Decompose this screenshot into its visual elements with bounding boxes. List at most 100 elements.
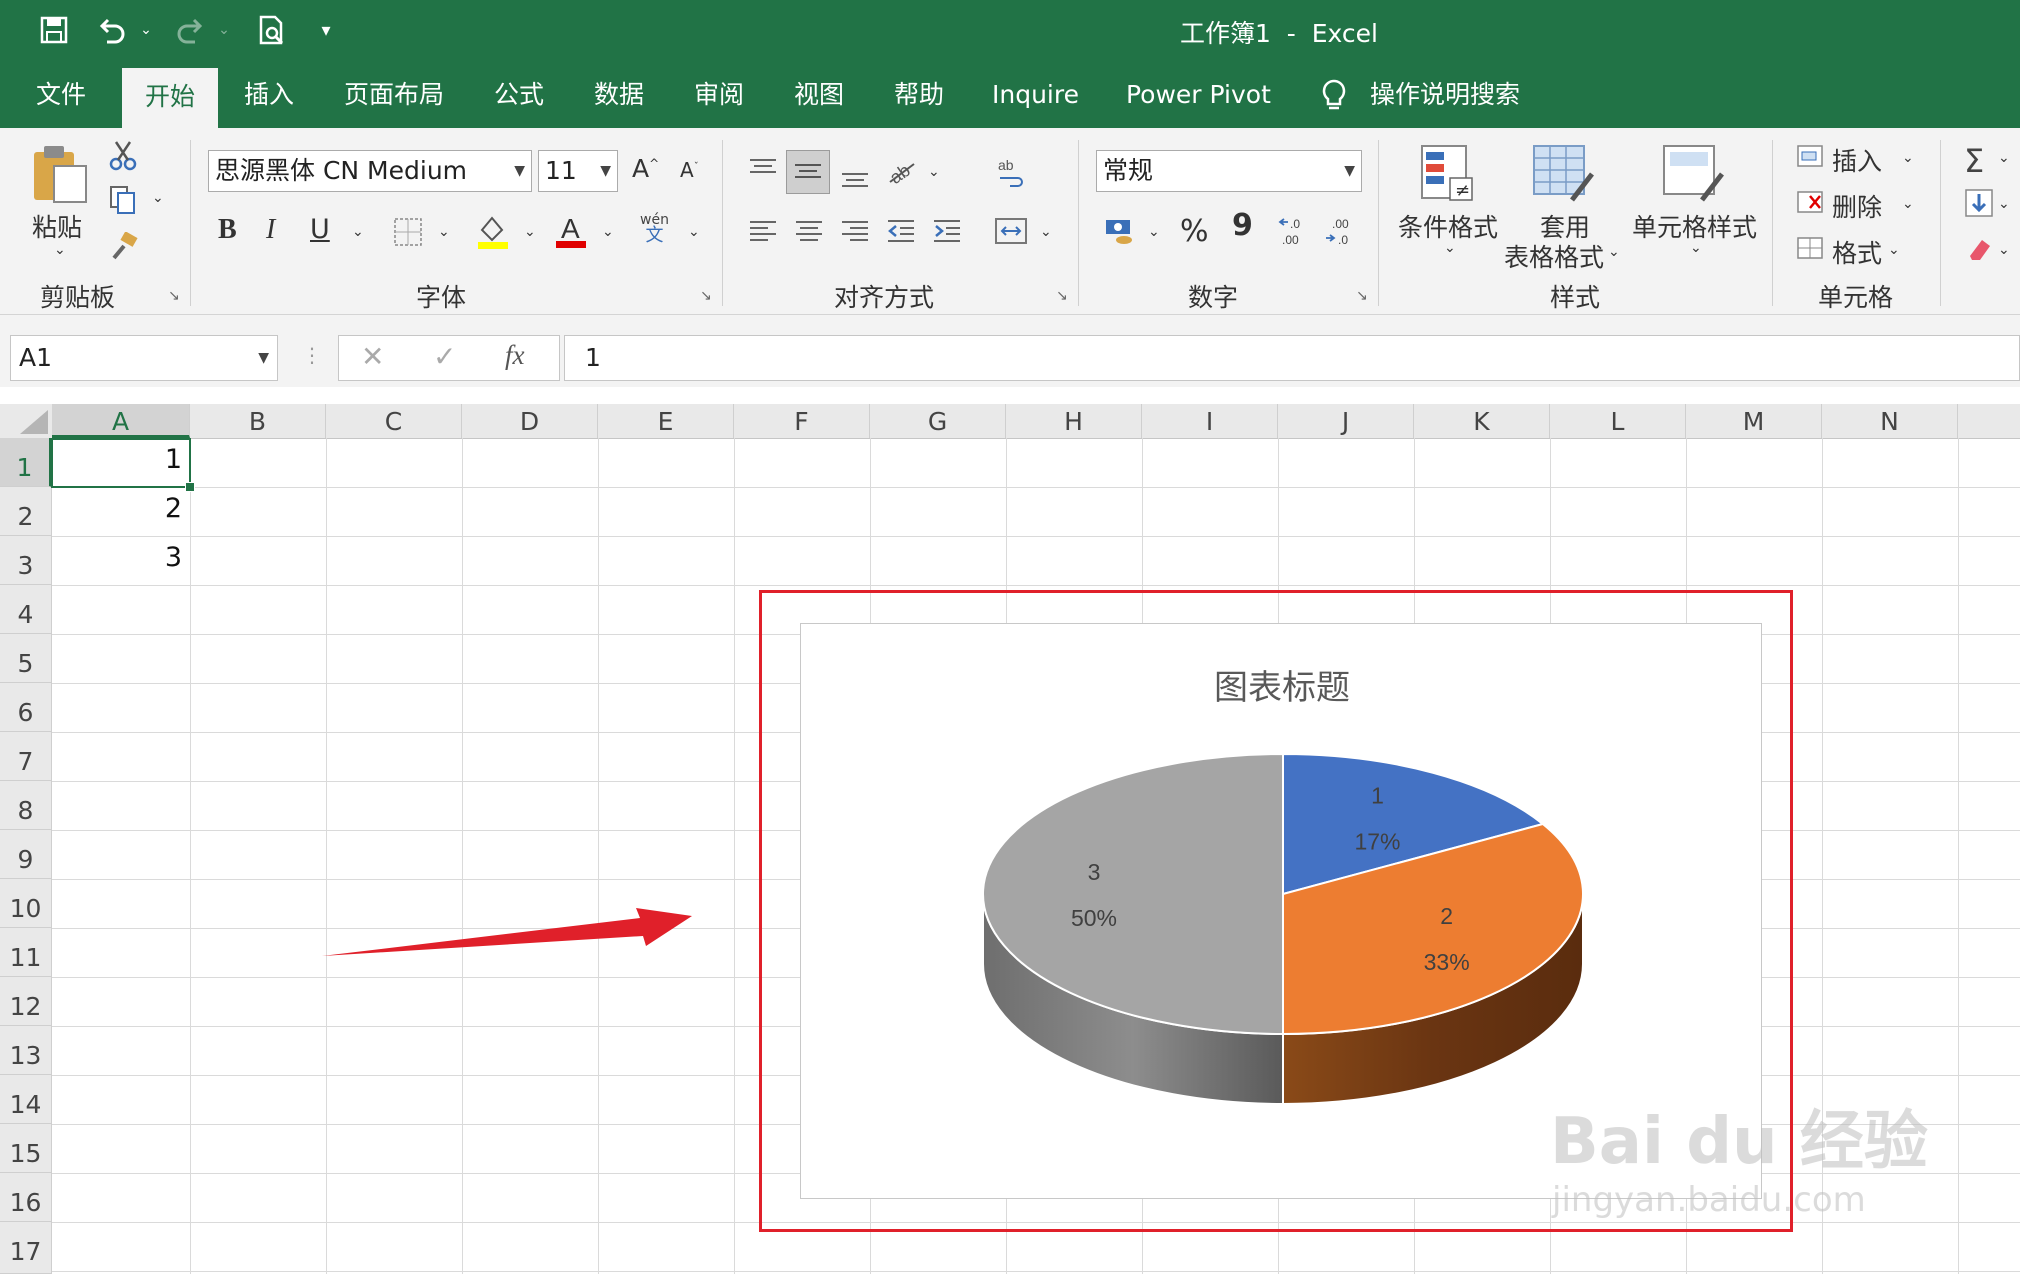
increase-indent-icon[interactable]: [932, 216, 962, 250]
paste-dropdown-icon[interactable]: ⌄: [54, 242, 66, 258]
print-preview-icon[interactable]: [254, 10, 290, 50]
top-align-icon[interactable]: [748, 156, 778, 190]
format-as-table-line2[interactable]: 表格格式: [1504, 238, 1604, 274]
decrease-indent-icon[interactable]: [886, 216, 916, 250]
font-color-dropdown-icon[interactable]: ⌄: [602, 224, 614, 240]
column-header[interactable]: D: [462, 404, 598, 438]
tab-review[interactable]: 审阅: [672, 62, 766, 128]
column-header[interactable]: F: [734, 404, 870, 438]
font-size-combo[interactable]: 11 ▼: [538, 150, 618, 192]
cut-icon[interactable]: [108, 140, 138, 176]
format-as-table-icon[interactable]: [1532, 144, 1596, 208]
formula-input[interactable]: 1: [564, 335, 2020, 381]
borders-dropdown-icon[interactable]: ⌄: [438, 224, 450, 240]
increase-decimal-icon[interactable]: .0.00: [1278, 214, 1312, 252]
number-launcher-icon[interactable]: ↘: [1356, 288, 1368, 304]
fill-color-icon[interactable]: [476, 212, 510, 254]
copy-icon[interactable]: [108, 184, 138, 220]
clear-dropdown-icon[interactable]: ⌄: [1998, 242, 2010, 258]
align-left-icon[interactable]: [748, 216, 778, 250]
accounting-format-icon[interactable]: [1104, 216, 1136, 252]
tab-file[interactable]: 文件: [14, 62, 108, 128]
tell-me-search[interactable]: 操作说明搜索: [1348, 62, 1542, 128]
delete-cells-icon[interactable]: [1796, 188, 1824, 220]
cell-A3[interactable]: 3: [52, 542, 182, 573]
increase-font-icon[interactable]: A^: [632, 154, 659, 183]
decrease-decimal-icon[interactable]: .00.0: [1324, 214, 1358, 252]
redo-icon[interactable]: [172, 10, 208, 50]
cell-styles-button[interactable]: 单元格样式: [1632, 208, 1757, 244]
borders-icon[interactable]: [392, 216, 424, 252]
comma-style-button[interactable]: 9: [1232, 208, 1253, 243]
tab-help[interactable]: 帮助: [872, 62, 966, 128]
merge-dropdown-icon[interactable]: ⌄: [1040, 224, 1052, 240]
tab-view[interactable]: 视图: [772, 62, 866, 128]
delete-cells-button[interactable]: 删除: [1832, 188, 1882, 224]
fill-icon[interactable]: [1964, 188, 1994, 222]
bottom-align-icon[interactable]: [840, 162, 870, 196]
tab-power-pivot[interactable]: Power Pivot: [1104, 62, 1293, 128]
row-header[interactable]: 3: [0, 536, 52, 585]
cell-styles-dropdown-icon[interactable]: ⌄: [1690, 240, 1702, 256]
tab-home[interactable]: 开始: [122, 68, 218, 128]
insert-cells-button[interactable]: 插入: [1832, 142, 1882, 178]
conditional-formatting-icon[interactable]: ≠: [1418, 144, 1478, 208]
format-painter-icon[interactable]: [110, 231, 140, 266]
font-name-combo[interactable]: 思源黑体 CN Medium ▼: [208, 150, 532, 192]
row-header[interactable]: 1: [0, 438, 52, 487]
lightbulb-icon[interactable]: [1320, 78, 1348, 116]
row-header[interactable]: 10: [0, 879, 52, 928]
underline-dropdown-icon[interactable]: ⌄: [352, 224, 364, 240]
row-header[interactable]: 15: [0, 1124, 52, 1173]
column-header[interactable]: N: [1822, 404, 1958, 438]
enter-icon[interactable]: ✓: [433, 340, 456, 373]
row-header[interactable]: 4: [0, 585, 52, 634]
fill-dropdown-icon[interactable]: ⌄: [1998, 196, 2010, 212]
autosum-dropdown-icon[interactable]: ⌄: [1998, 150, 2010, 166]
format-dropdown-icon[interactable]: ⌄: [1888, 242, 1900, 258]
align-right-icon[interactable]: [840, 216, 870, 250]
customize-toolbar-icon[interactable]: ▾: [316, 10, 336, 50]
orientation-dropdown-icon[interactable]: ⌄: [928, 164, 940, 180]
align-center-icon[interactable]: [794, 216, 824, 250]
cancel-icon[interactable]: ✕: [361, 340, 384, 373]
bold-button[interactable]: B: [218, 214, 237, 246]
row-header[interactable]: 16: [0, 1173, 52, 1222]
column-header[interactable]: E: [598, 404, 734, 438]
phonetic-icon[interactable]: wén 文: [640, 212, 669, 245]
decrease-font-icon[interactable]: Aˇ: [680, 158, 699, 182]
row-header[interactable]: 14: [0, 1075, 52, 1124]
tab-formulas[interactable]: 公式: [472, 62, 566, 128]
clear-icon[interactable]: [1964, 234, 1994, 268]
conditional-formatting-button[interactable]: 条件格式: [1398, 208, 1498, 244]
underline-button[interactable]: U: [310, 214, 330, 245]
number-format-combo[interactable]: 常规 ▼: [1096, 150, 1362, 192]
name-box[interactable]: A1 ▼: [10, 335, 278, 381]
cell-A2[interactable]: 2: [52, 493, 182, 524]
redo-dropdown-icon[interactable]: ⌄: [214, 10, 234, 50]
row-header[interactable]: 12: [0, 977, 52, 1026]
phonetic-dropdown-icon[interactable]: ⌄: [688, 224, 700, 240]
orientation-icon[interactable]: ab: [886, 154, 920, 190]
format-cells-button[interactable]: 格式: [1832, 234, 1882, 270]
italic-button[interactable]: I: [266, 214, 275, 246]
percent-style-button[interactable]: %: [1180, 214, 1209, 249]
insert-cells-icon[interactable]: [1796, 142, 1824, 174]
paste-button[interactable]: 粘贴: [32, 208, 82, 244]
format-cells-icon[interactable]: [1796, 234, 1824, 266]
merge-center-icon[interactable]: [994, 216, 1028, 250]
column-header[interactable]: G: [870, 404, 1006, 438]
tab-page-layout[interactable]: 页面布局: [322, 62, 466, 128]
accounting-dropdown-icon[interactable]: ⌄: [1148, 224, 1160, 240]
row-header[interactable]: 2: [0, 487, 52, 536]
column-header-partial[interactable]: [1958, 404, 2020, 438]
paste-icon[interactable]: [30, 142, 90, 208]
row-header[interactable]: 11: [0, 928, 52, 977]
font-color-icon[interactable]: A: [554, 210, 588, 254]
save-icon[interactable]: [36, 10, 72, 50]
tab-data[interactable]: 数据: [572, 62, 666, 128]
tab-inquire[interactable]: Inquire: [970, 62, 1101, 128]
column-header[interactable]: I: [1142, 404, 1278, 438]
column-header[interactable]: B: [190, 404, 326, 438]
clipboard-launcher-icon[interactable]: ↘: [168, 288, 180, 304]
